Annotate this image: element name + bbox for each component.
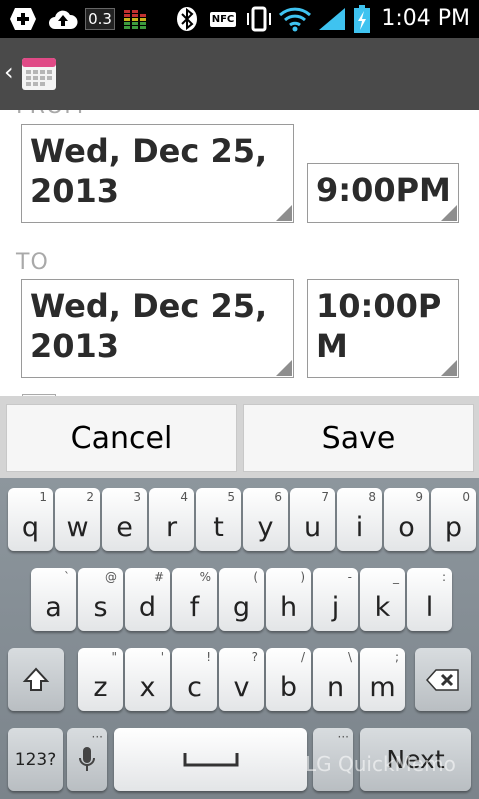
to-label: TO — [16, 250, 49, 275]
from-date-field[interactable]: Wed, Dec 25, 2013 — [21, 124, 294, 223]
key-q[interactable]: 1q — [8, 488, 53, 551]
key-m[interactable]: ; m — [360, 648, 405, 711]
from-date-value: Wed, Dec 25, 2013 — [30, 132, 268, 210]
to-date-value: Wed, Dec 25, 2013 — [30, 287, 268, 365]
key-h[interactable]: ) h — [266, 568, 311, 631]
calendar-icon — [22, 58, 56, 90]
key-w[interactable]: 2w — [55, 488, 100, 551]
mic-icon — [67, 728, 107, 791]
key-i[interactable]: 8i — [337, 488, 382, 551]
key-g[interactable]: (g — [219, 568, 264, 631]
soft-keyboard: 1q 2w 3e 4r 5t 6y 7u 8i 9o 0p ` a @ s # d %… — [0, 478, 479, 799]
key-v[interactable]: ? v — [219, 648, 264, 711]
key-n[interactable]: \ n — [313, 648, 358, 711]
save-button[interactable]: Save — [243, 404, 474, 472]
status-bar: 0.3 NFC 1:04 PM — [0, 0, 479, 38]
from-time-field[interactable]: 9:00PM — [307, 163, 459, 223]
back-button[interactable]: ‹ — [0, 38, 64, 110]
space-icon — [114, 728, 307, 791]
from-label: FROM — [16, 110, 84, 119]
key-y[interactable]: 6y — [243, 488, 288, 551]
key-b[interactable]: / b — [266, 648, 311, 711]
key-u[interactable]: 7u — [290, 488, 335, 551]
to-time-value: 10:00PM — [316, 287, 442, 365]
key-x[interactable]: ' x — [125, 648, 170, 711]
key-f[interactable]: % f — [172, 568, 217, 631]
key-j[interactable]: -j — [313, 568, 358, 631]
to-date-field[interactable]: Wed, Dec 25, 2013 — [21, 279, 294, 378]
status-time: 1:04 PM — [381, 6, 470, 31]
action-bar: ‹ — [0, 38, 479, 110]
dropdown-corner-icon — [276, 205, 292, 221]
key-c[interactable]: ! c — [172, 648, 217, 711]
key-k[interactable]: _ k — [360, 568, 405, 631]
backspace-icon — [415, 648, 471, 711]
key-d[interactable]: # d — [125, 568, 170, 631]
cancel-button[interactable]: Cancel — [6, 404, 237, 472]
quickmemo-watermark: LG QuickMemo — [305, 752, 456, 776]
chevron-left-icon: ‹ — [4, 58, 14, 86]
backspace-key[interactable] — [415, 648, 471, 711]
button-bar: Cancel Save — [0, 396, 479, 478]
voice-input-key[interactable]: ··· — [67, 728, 107, 791]
space-key[interactable] — [114, 728, 307, 791]
symbols-key[interactable]: 123? — [8, 728, 63, 791]
key-p[interactable]: 0p — [431, 488, 476, 551]
nfc-icon: NFC — [209, 11, 237, 27]
key-o[interactable]: 9o — [384, 488, 429, 551]
battery-charging-icon — [352, 5, 372, 33]
shift-icon — [8, 648, 64, 711]
dropdown-corner-icon — [441, 205, 457, 221]
add-icon — [8, 6, 38, 32]
shift-key[interactable] — [8, 648, 64, 711]
upload-icon — [47, 6, 79, 32]
key-a[interactable]: ` a — [31, 568, 76, 631]
dropdown-corner-icon — [441, 360, 457, 376]
signal-icon — [317, 6, 347, 32]
key-e[interactable]: 3e — [102, 488, 147, 551]
equalizer-icon — [121, 6, 149, 32]
event-time-form: FROM Wed, Dec 25, 2013 9:00PM TO Wed, De… — [0, 110, 479, 396]
key-l[interactable]: :l — [407, 568, 452, 631]
key-t[interactable]: 5t — [196, 488, 241, 551]
key-s[interactable]: @ s — [78, 568, 123, 631]
bluetooth-icon — [175, 6, 199, 32]
dropdown-corner-icon — [276, 360, 292, 376]
key-r[interactable]: 4r — [149, 488, 194, 551]
key-z[interactable]: " z — [78, 648, 123, 711]
vibrate-icon — [244, 6, 274, 32]
network-speed: 0.3 — [85, 6, 115, 32]
from-time-value: 9:00PM — [316, 171, 451, 209]
wifi-icon — [278, 6, 312, 32]
to-time-field[interactable]: 10:00PM — [307, 279, 459, 378]
